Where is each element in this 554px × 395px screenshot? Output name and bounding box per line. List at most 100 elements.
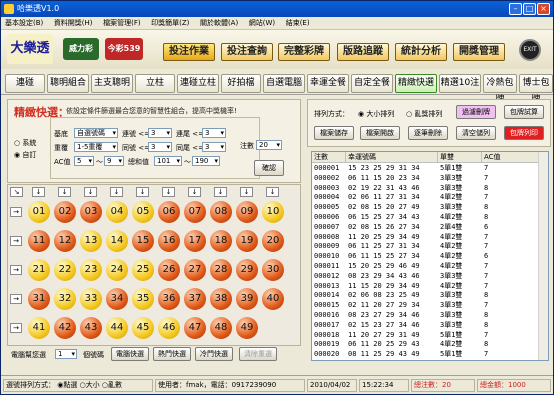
- sum-max-select[interactable]: 190: [192, 156, 220, 166]
- table-cell[interactable]: 11 20 25 29 34 49: [348, 233, 438, 242]
- number-ball[interactable]: 05: [132, 201, 154, 223]
- tab-lucky-meal[interactable]: 幸運全餐: [307, 74, 349, 93]
- status-sort-point-radio[interactable]: ◉點選: [57, 381, 77, 389]
- computer-pick-button[interactable]: 電腦快選: [111, 347, 149, 361]
- menu-data[interactable]: 資料開獎(H): [50, 17, 97, 30]
- table-cell[interactable]: 8: [484, 321, 540, 330]
- clear-reselect-button[interactable]: 清除重選: [239, 347, 277, 361]
- number-ball[interactable]: 39: [236, 288, 258, 310]
- table-cell[interactable]: 7: [484, 174, 540, 183]
- table-cell[interactable]: 7: [484, 262, 540, 271]
- column-select-button[interactable]: ↓: [136, 187, 149, 197]
- number-ball[interactable]: 30: [262, 259, 284, 281]
- tail-select[interactable]: 3: [202, 128, 226, 138]
- number-ball[interactable]: 22: [54, 259, 76, 281]
- number-ball[interactable]: 37: [184, 288, 206, 310]
- col-header-ac[interactable]: AC值: [482, 152, 540, 163]
- row-select-button[interactable]: →: [10, 265, 22, 275]
- delete-row-button[interactable]: 逐筆刪除: [408, 126, 448, 140]
- column-select-button[interactable]: ↓: [162, 187, 175, 197]
- menu-print[interactable]: 印獎簡單(Z): [147, 17, 193, 30]
- table-cell[interactable]: 000012: [314, 272, 346, 281]
- table-cell[interactable]: 8: [484, 291, 540, 300]
- number-ball[interactable]: 44: [106, 317, 128, 339]
- table-cell[interactable]: 000011: [314, 262, 346, 271]
- column-select-button[interactable]: ↓: [32, 187, 45, 197]
- number-ball[interactable]: 11: [28, 230, 50, 252]
- sort-size-radio[interactable]: ◉ 大小排列: [358, 109, 394, 119]
- number-ball[interactable]: 12: [54, 230, 76, 252]
- tab-main-smart[interactable]: 主支聰明: [91, 74, 133, 93]
- tab-doctor[interactable]: 博士包牌: [519, 74, 553, 105]
- number-ball[interactable]: 02: [54, 201, 76, 223]
- number-ball[interactable]: 29: [236, 259, 258, 281]
- table-cell[interactable]: 02 08 15 20 27 49: [348, 203, 438, 212]
- table-cell[interactable]: 000003: [314, 184, 346, 193]
- number-ball[interactable]: 23: [80, 259, 102, 281]
- number-ball[interactable]: 03: [80, 201, 102, 223]
- number-ball[interactable]: 18: [210, 230, 232, 252]
- print-pack-button[interactable]: 包牌列印: [504, 126, 544, 140]
- table-cell[interactable]: 7: [484, 242, 540, 251]
- table-cell[interactable]: 15 23 25 29 31 34: [348, 164, 438, 173]
- column-select-button[interactable]: ↓: [214, 187, 227, 197]
- col-header-odd-even[interactable]: 單雙: [438, 152, 482, 163]
- table-cell[interactable]: 8: [484, 184, 540, 193]
- table-cell[interactable]: 02 06 11 27 31 34: [348, 193, 438, 202]
- table-cell[interactable]: 02 19 22 31 43 46: [348, 184, 438, 193]
- table-cell[interactable]: 000001: [314, 164, 346, 173]
- table-cell[interactable]: 4單2雙: [440, 193, 482, 202]
- number-ball[interactable]: 38: [210, 288, 232, 310]
- number-ball[interactable]: 16: [158, 230, 180, 252]
- mode-custom-radio[interactable]: ◉ 自訂: [14, 150, 36, 160]
- row-select-button[interactable]: →: [10, 323, 22, 333]
- col-header-numbers[interactable]: 幸運號碼: [346, 152, 438, 163]
- table-cell[interactable]: 06 11 20 25 29 43: [348, 340, 438, 349]
- number-ball[interactable]: 14: [106, 230, 128, 252]
- draw-management-button[interactable]: 開獎管理: [453, 43, 505, 61]
- column-select-button[interactable]: ↓: [110, 187, 123, 197]
- table-cell[interactable]: 3單3雙: [440, 272, 482, 281]
- table-cell[interactable]: 7: [484, 331, 540, 340]
- number-ball[interactable]: 35: [132, 288, 154, 310]
- 539-logo[interactable]: 今彩539: [105, 38, 143, 60]
- table-cell[interactable]: 7: [484, 193, 540, 202]
- number-ball[interactable]: 27: [184, 259, 206, 281]
- table-cell[interactable]: 02 06 08 23 25 49: [348, 291, 438, 300]
- number-ball[interactable]: 32: [54, 288, 76, 310]
- menu-website[interactable]: 網站(W): [245, 17, 279, 30]
- power-lotto-logo[interactable]: 威力彩: [63, 38, 99, 60]
- number-ball[interactable]: 06: [158, 201, 180, 223]
- table-cell[interactable]: 3單3雙: [440, 174, 482, 183]
- table-cell[interactable]: 8: [484, 213, 540, 222]
- table-cell[interactable]: 06 15 25 27 34 43: [348, 213, 438, 222]
- table-cell[interactable]: 000009: [314, 242, 346, 251]
- table-cell[interactable]: 08 23 29 34 43 46: [348, 272, 438, 281]
- table-cell[interactable]: 4單2雙: [440, 213, 482, 222]
- table-cell[interactable]: 08 11 25 29 43 49: [348, 350, 438, 359]
- number-ball[interactable]: 33: [80, 288, 102, 310]
- consecutive-select[interactable]: 3: [148, 128, 172, 138]
- table-cell[interactable]: 5單1雙: [440, 350, 482, 359]
- number-ball[interactable]: 19: [236, 230, 258, 252]
- number-ball[interactable]: 10: [262, 201, 284, 223]
- table-cell[interactable]: 4單2雙: [440, 282, 482, 291]
- column-select-button[interactable]: ↓: [58, 187, 71, 197]
- table-cell[interactable]: 3單3雙: [440, 203, 482, 212]
- number-ball[interactable]: 04: [106, 201, 128, 223]
- number-ball[interactable]: 43: [80, 317, 102, 339]
- lotto-logo[interactable]: 大樂透: [7, 34, 53, 64]
- table-cell[interactable]: 000002: [314, 174, 346, 183]
- number-ball[interactable]: 42: [54, 317, 76, 339]
- cold-pick-button[interactable]: 冷門快選: [195, 347, 233, 361]
- number-ball[interactable]: 46: [158, 317, 180, 339]
- select-all-button[interactable]: ↘: [10, 187, 23, 197]
- tab-top10[interactable]: 精選10注: [439, 74, 481, 93]
- menu-file[interactable]: 檔案管理(F): [99, 17, 145, 30]
- auto-pick-count-select[interactable]: 1: [55, 349, 77, 359]
- number-ball[interactable]: 45: [132, 317, 154, 339]
- number-ball[interactable]: 31: [28, 288, 50, 310]
- file-save-button[interactable]: 檔案儲存: [314, 126, 354, 140]
- table-cell[interactable]: 6: [484, 252, 540, 261]
- table-cell[interactable]: 02 08 15 26 27 34: [348, 223, 438, 232]
